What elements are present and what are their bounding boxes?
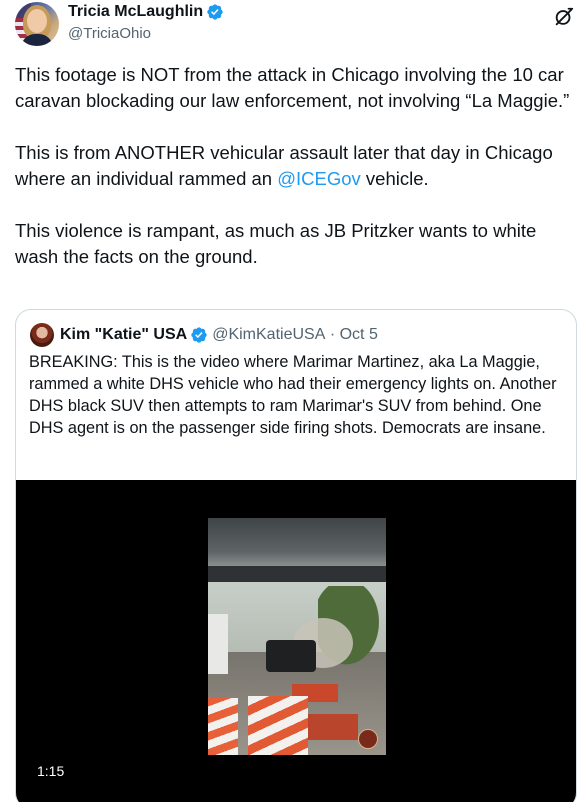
author-display-name[interactable]: Tricia McLaughlin bbox=[68, 2, 203, 22]
traffic-barrier bbox=[208, 698, 238, 755]
tweet-paragraph: This is from ANOTHER vehicular assault l… bbox=[15, 142, 553, 189]
tweet-body: This footage is NOT from the attack in C… bbox=[15, 62, 577, 296]
quoted-author-handle[interactable]: @KimKatieUSA bbox=[212, 326, 325, 344]
quoted-author-avatar[interactable] bbox=[30, 323, 54, 347]
white-vehicle bbox=[208, 614, 228, 674]
author-name-row: Tricia McLaughlin bbox=[68, 2, 224, 22]
video-duration: 1:15 bbox=[37, 763, 65, 779]
tweet-paragraph: This violence is rampant, as much as JB … bbox=[15, 220, 537, 267]
quoted-tweet-card[interactable]: Kim "Katie" USA @KimKatieUSA · Oct 5 BRE… bbox=[15, 309, 577, 802]
author-handle[interactable]: @TriciaOhio bbox=[68, 24, 151, 44]
mention-link[interactable]: @ICEGov bbox=[277, 168, 361, 189]
black-suv bbox=[266, 640, 316, 672]
video-frame bbox=[208, 518, 386, 755]
verified-badge-icon bbox=[207, 4, 223, 20]
separator-dot: · bbox=[329, 326, 336, 343]
video-player[interactable]: 1:15 bbox=[16, 480, 576, 802]
channel-watermark bbox=[358, 729, 378, 749]
quoted-author-name[interactable]: Kim "Katie" USA bbox=[60, 326, 187, 344]
tweet-paragraph: This footage is NOT from the attack in C… bbox=[15, 64, 570, 111]
grok-icon[interactable] bbox=[553, 6, 575, 28]
quoted-tweet-text: BREAKING: This is the video where Marima… bbox=[29, 353, 557, 437]
quoted-tweet-header: Kim "Katie" USA @KimKatieUSA · Oct 5 bbox=[30, 323, 378, 347]
quoted-tweet-date[interactable]: Oct 5 bbox=[340, 326, 378, 344]
author-avatar[interactable] bbox=[15, 2, 59, 46]
traffic-barrier bbox=[248, 696, 308, 755]
verified-badge-icon bbox=[191, 327, 207, 343]
tweet-header: Tricia McLaughlin @TriciaOhio bbox=[15, 0, 575, 50]
